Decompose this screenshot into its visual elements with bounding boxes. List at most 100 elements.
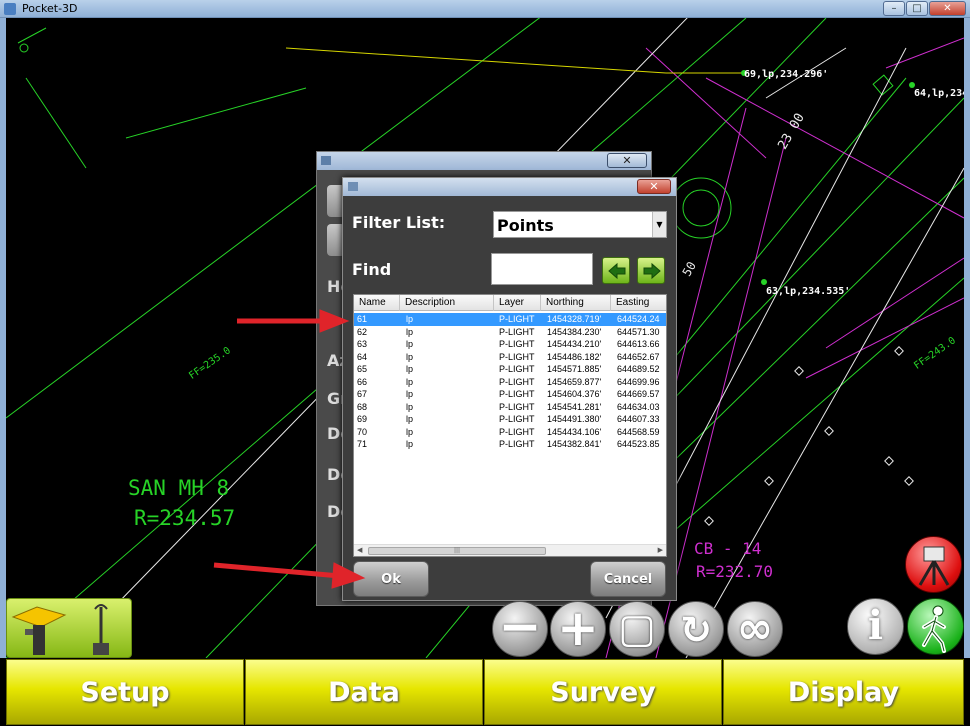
zoom-out-button[interactable]: − xyxy=(492,601,548,657)
cad-point-63: 63,lp,234.535' xyxy=(766,286,851,297)
table-row[interactable]: 62 lp P-LIGHT 1454384.230' 644571.30 xyxy=(354,326,666,339)
cad-label-cb: CB - 14 xyxy=(694,539,762,558)
cell-name: 66 xyxy=(357,376,368,387)
minus-icon: − xyxy=(498,597,542,657)
cad-label-san-mh: SAN MH 8 xyxy=(128,476,230,500)
dialog-icon xyxy=(321,156,331,165)
filter-list-value: Points xyxy=(497,216,554,235)
title-bar: Pocket-3D – □ ✕ xyxy=(0,0,970,18)
cell-layer: P-LIGHT xyxy=(499,364,535,374)
column-header-description[interactable]: Description xyxy=(400,295,494,311)
info-button[interactable]: i xyxy=(847,598,904,655)
cell-northing: 1454571.885' xyxy=(547,364,602,374)
cell-description: lp xyxy=(406,426,414,437)
maximize-button[interactable]: □ xyxy=(906,1,928,16)
dialog-close-button[interactable]: ✕ xyxy=(637,179,671,194)
cell-name: 69 xyxy=(357,414,368,424)
cad-label-cb-r: R=232.70 xyxy=(696,562,774,581)
cancel-button[interactable]: Cancel xyxy=(590,561,666,597)
cad-point-64: 64,lp,234 xyxy=(914,88,964,99)
cell-description: lp xyxy=(406,314,414,324)
cell-layer: P-LIGHT xyxy=(499,426,535,437)
cell-layer: P-LIGHT xyxy=(499,314,535,324)
cell-northing: 1454328.719' xyxy=(547,314,602,324)
cell-name: 71 xyxy=(357,439,368,449)
cell-name: 62 xyxy=(357,326,368,337)
minimize-button[interactable]: – xyxy=(883,1,905,16)
cell-easting: 644571.30 xyxy=(617,326,660,337)
cell-description: lp xyxy=(406,389,414,399)
horizontal-scrollbar[interactable]: ◀ ||| ▶ xyxy=(354,544,666,556)
cell-easting: 644607.33 xyxy=(617,414,660,424)
zoom-in-button[interactable]: + xyxy=(550,601,606,657)
stop-survey-button[interactable] xyxy=(905,536,962,593)
tab-data[interactable]: Data xyxy=(245,659,483,725)
table-row[interactable]: 64 lp P-LIGHT 1454486.182' 644652.67 xyxy=(354,351,666,364)
tab-display[interactable]: Display xyxy=(723,659,964,725)
infinity-button[interactable]: ∞ xyxy=(727,601,783,657)
cell-name: 70 xyxy=(357,426,368,437)
scroll-left-icon[interactable]: ◀ xyxy=(357,546,362,554)
cell-easting: 644669.57 xyxy=(617,389,660,399)
cell-name: 65 xyxy=(357,364,368,374)
cell-northing: 1454659.877' xyxy=(547,376,602,387)
column-header-northing[interactable]: Northing xyxy=(541,295,611,311)
cad-label-san-r: R=234.57 xyxy=(134,506,236,530)
table-row[interactable]: 67 lp P-LIGHT 1454604.376' 644669.57 xyxy=(354,388,666,401)
table-row[interactable]: 66 lp P-LIGHT 1454659.877' 644699.96 xyxy=(354,376,666,389)
rotate-icon: ↻ xyxy=(680,608,712,652)
filter-list-label: Filter List: xyxy=(352,213,446,232)
zoom-extents-button[interactable]: ▢ xyxy=(609,601,665,657)
filter-list-select[interactable]: Points ▼ xyxy=(493,211,667,238)
table-row[interactable]: 65 lp P-LIGHT 1454571.885' 644689.52 xyxy=(354,363,666,376)
cell-northing: 1454434.106' xyxy=(547,426,602,437)
tab-setup[interactable]: Setup xyxy=(6,659,244,725)
chevron-down-icon[interactable]: ▼ xyxy=(652,212,666,237)
cell-layer: P-LIGHT xyxy=(499,351,535,362)
arrow-left-icon xyxy=(608,262,626,280)
ok-button[interactable]: Ok xyxy=(353,561,429,597)
scroll-right-icon[interactable]: ▶ xyxy=(658,546,663,554)
column-header-easting[interactable]: Easting xyxy=(611,295,666,311)
tab-survey[interactable]: Survey xyxy=(484,659,722,725)
table-row[interactable]: 71 lp P-LIGHT 1454382.841' 644523.85 xyxy=(354,438,666,451)
main-tab-bar: Setup Data Survey Display xyxy=(0,658,970,726)
find-input[interactable] xyxy=(491,253,593,285)
cell-layer: P-LIGHT xyxy=(499,339,535,349)
walking-person-icon xyxy=(922,605,946,653)
points-list[interactable]: Name Description Layer Northing Easting … xyxy=(353,294,667,557)
table-row[interactable]: 70 lp P-LIGHT 1454434.106' 644568.59 xyxy=(354,426,666,439)
column-header-layer[interactable]: Layer xyxy=(494,295,541,311)
square-icon: ▢ xyxy=(618,606,656,652)
cell-easting: 644524.24 xyxy=(617,314,660,324)
app-icon xyxy=(4,3,16,15)
table-row[interactable]: 61 lp P-LIGHT 1454328.719' 644524.24 xyxy=(354,313,666,326)
previous-button[interactable] xyxy=(602,257,630,284)
table-row[interactable]: 69 lp P-LIGHT 1454491.380' 644607.33 xyxy=(354,413,666,426)
cell-description: lp xyxy=(406,414,414,424)
find-label: Find xyxy=(352,260,392,279)
cell-layer: P-LIGHT xyxy=(499,414,535,424)
table-row[interactable]: 63 lp P-LIGHT 1454434.210' 644613.66 xyxy=(354,338,666,351)
pocket3d-window: Pocket-3D – □ ✕ SAN MH 8 R=234.57 69,lp,… xyxy=(0,0,970,726)
column-header-name[interactable]: Name xyxy=(354,295,400,311)
background-dialog-close-button[interactable]: ✕ xyxy=(607,153,647,168)
arrow-right-icon xyxy=(643,262,661,280)
rotate-button[interactable]: ↻ xyxy=(668,601,724,657)
cell-name: 68 xyxy=(357,401,368,412)
next-button[interactable] xyxy=(637,257,665,284)
cell-layer: P-LIGHT xyxy=(499,326,535,337)
window-title: Pocket-3D xyxy=(22,2,78,15)
scrollbar-thumb[interactable]: ||| xyxy=(368,547,546,555)
cell-layer: P-LIGHT xyxy=(499,439,535,449)
cell-layer: P-LIGHT xyxy=(499,376,535,387)
cell-layer: P-LIGHT xyxy=(499,389,535,399)
cell-easting: 644689.52 xyxy=(617,364,660,374)
gps-status-panel[interactable] xyxy=(6,598,132,658)
walk-survey-button[interactable] xyxy=(907,598,964,655)
cell-easting: 644523.85 xyxy=(617,439,660,449)
cell-easting: 644699.96 xyxy=(617,376,660,387)
close-button[interactable]: ✕ xyxy=(929,1,966,16)
table-row[interactable]: 68 lp P-LIGHT 1454541.281' 644634.03 xyxy=(354,401,666,414)
cell-northing: 1454384.230' xyxy=(547,326,602,337)
